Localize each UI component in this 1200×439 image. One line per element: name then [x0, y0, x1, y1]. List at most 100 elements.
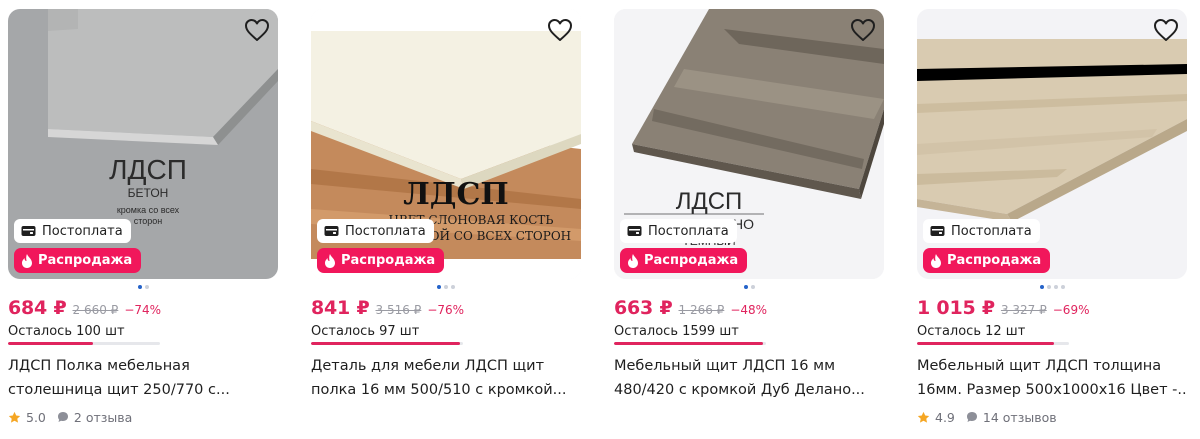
carousel-dots[interactable]: [311, 282, 581, 292]
sale-badge: Распродажа: [923, 248, 1051, 273]
product-title[interactable]: Мебельный щит ЛДСП толщина 16мм. Размер …: [917, 354, 1187, 402]
fire-icon: [22, 253, 32, 268]
image-note: кромка со всех: [117, 205, 180, 215]
comment-icon: [57, 411, 69, 423]
rating-row[interactable]: 4.9 14 отзывов: [917, 408, 1187, 426]
stock-text: Осталось 12 шт: [917, 324, 1026, 339]
fire-icon: [325, 253, 335, 268]
price-row: 1 015 ₽ 3 327 ₽ −69%: [917, 297, 1187, 319]
reviews-count[interactable]: 2 отзыва: [74, 410, 132, 425]
badges: Постоплата Распродажа: [317, 219, 445, 273]
favorite-button[interactable]: [546, 16, 574, 44]
stock-text: Осталось 1599 шт: [614, 324, 739, 339]
carousel-dot[interactable]: [1046, 285, 1051, 289]
price-row: 684 ₽ 2 660 ₽ −74%: [8, 297, 278, 319]
carousel-dot-active[interactable]: [137, 285, 142, 289]
product-title-line[interactable]: ЛДСП Полка мебельная: [8, 354, 278, 378]
discount: −69%: [1052, 303, 1090, 317]
rating-value: 4.9: [935, 409, 955, 425]
heart-icon: [1154, 19, 1178, 41]
carousel-dot[interactable]: [144, 285, 149, 289]
product-grid: ЛДСП БЕТОН кромка со всех сторон Постопл…: [8, 9, 1192, 439]
carousel-dot[interactable]: [444, 285, 448, 289]
postpay-badge: Постоплата: [14, 219, 131, 243]
image-title: ЛДСП: [676, 188, 743, 215]
fire-icon: [931, 253, 941, 268]
product-title-line[interactable]: Мебельный щит ЛДСП 16 мм: [614, 354, 884, 378]
product-card[interactable]: ЛДСП БЕТОН кромка со всех сторон Постопл…: [8, 9, 278, 439]
discount: −48%: [730, 303, 768, 317]
star-icon: [8, 411, 21, 424]
product-image[interactable]: ЛДСП ЦВЕТ СЛОНОВАЯ КОСТЬ КРОМКОЙ СО ВСЕХ…: [311, 9, 581, 279]
product-title[interactable]: Мебельный щит ЛДСП 16 мм 480/420 с кромк…: [614, 354, 884, 402]
stock-progress: [917, 342, 1069, 345]
product-image[interactable]: Постоплата Распродажа: [917, 9, 1187, 279]
carousel-dots[interactable]: [614, 282, 884, 292]
product-title-line[interactable]: 480/420 с кромкой Дуб Делано...: [614, 378, 884, 402]
stock-text: Осталось 97 шт: [311, 324, 420, 339]
badges: Постоплата Распродажа: [923, 219, 1051, 273]
wallet-icon: [930, 226, 945, 236]
old-price: 3 516 ₽: [375, 303, 422, 317]
discount: −74%: [124, 303, 162, 317]
sale-label: Распродажа: [947, 253, 1042, 268]
product-title-line[interactable]: столешница щит 250/770 с...: [8, 378, 278, 402]
sale-label: Распродажа: [644, 253, 739, 268]
carousel-dots[interactable]: [917, 282, 1187, 292]
carousel-dot-active[interactable]: [1039, 285, 1044, 289]
sale-badge: Распродажа: [14, 248, 142, 273]
postpay-label: Постоплата: [345, 223, 426, 239]
postpay-label: Постоплата: [648, 223, 729, 239]
postpay-badge: Постоплата: [620, 219, 737, 243]
product-title-line[interactable]: полка 16 мм 500/510 с кромкой...: [311, 378, 581, 402]
postpay-label: Постоплата: [42, 223, 123, 239]
carousel-dot[interactable]: [1053, 285, 1058, 289]
favorite-button[interactable]: [1152, 16, 1180, 44]
product-title[interactable]: ЛДСП Полка мебельная столешница щит 250/…: [8, 354, 278, 402]
stock-progress: [311, 342, 463, 345]
stock-progress: [614, 342, 766, 345]
carousel-dot[interactable]: [451, 285, 455, 289]
heart-icon: [245, 19, 269, 41]
badges: Постоплата Распродажа: [14, 219, 142, 273]
price-row: 663 ₽ 1 266 ₽ −48%: [614, 297, 884, 319]
stock-text: Осталось 100 шт: [8, 324, 125, 339]
discount: −76%: [427, 303, 465, 317]
product-card[interactable]: ЛДСП ЦВЕТ СЛОНОВАЯ КОСТЬ КРОМКОЙ СО ВСЕХ…: [311, 9, 581, 439]
product-card[interactable]: Постоплата Распродажа 1 015 ₽ 3 327 ₽ −6…: [917, 9, 1187, 439]
postpay-label: Постоплата: [951, 223, 1032, 239]
carousel-dot-active[interactable]: [743, 285, 748, 289]
stock-progress-fill: [917, 342, 1054, 345]
carousel-dot[interactable]: [750, 285, 755, 289]
carousel-dots[interactable]: [8, 282, 278, 292]
stock-progress: [8, 342, 160, 345]
carousel-dot-active[interactable]: [437, 285, 441, 289]
stock-progress-fill: [8, 342, 94, 345]
reviews-count[interactable]: 14 отзывов: [983, 410, 1057, 425]
image-subtitle: БЕТОН: [128, 186, 169, 200]
stock-progress-fill: [614, 342, 763, 345]
price: 841 ₽: [311, 297, 370, 319]
price: 1 015 ₽: [917, 297, 995, 319]
product-card[interactable]: ЛДСП ДУБ ДЕЛАНО ТЕМНЫЙ Постоплата Распро…: [614, 9, 884, 439]
product-title[interactable]: Деталь для мебели ЛДСП щит полка 16 мм 5…: [311, 354, 581, 402]
product-title-line[interactable]: Деталь для мебели ЛДСП щит: [311, 354, 581, 378]
favorite-button[interactable]: [243, 16, 271, 44]
star-icon: [917, 411, 930, 424]
price: 684 ₽: [8, 297, 67, 319]
sale-label: Распродажа: [341, 253, 436, 268]
heart-icon: [548, 19, 572, 41]
product-title-line[interactable]: 16мм. Размер 500х1000х16 Цвет -...: [917, 378, 1187, 402]
rating-row[interactable]: 5.0 2 отзыва: [8, 408, 278, 426]
product-image[interactable]: ЛДСП ДУБ ДЕЛАНО ТЕМНЫЙ Постоплата Распро…: [614, 9, 884, 279]
product-image[interactable]: ЛДСП БЕТОН кромка со всех сторон Постопл…: [8, 9, 278, 279]
carousel-dot[interactable]: [1060, 285, 1065, 289]
postpay-badge: Постоплата: [923, 219, 1040, 243]
product-title-line[interactable]: Мебельный щит ЛДСП толщина: [917, 354, 1187, 378]
wallet-icon: [627, 226, 642, 236]
favorite-button[interactable]: [849, 16, 877, 44]
old-price: 1 266 ₽: [678, 303, 725, 317]
old-price: 2 660 ₽: [72, 303, 119, 317]
heart-icon: [851, 19, 875, 41]
price: 663 ₽: [614, 297, 673, 319]
